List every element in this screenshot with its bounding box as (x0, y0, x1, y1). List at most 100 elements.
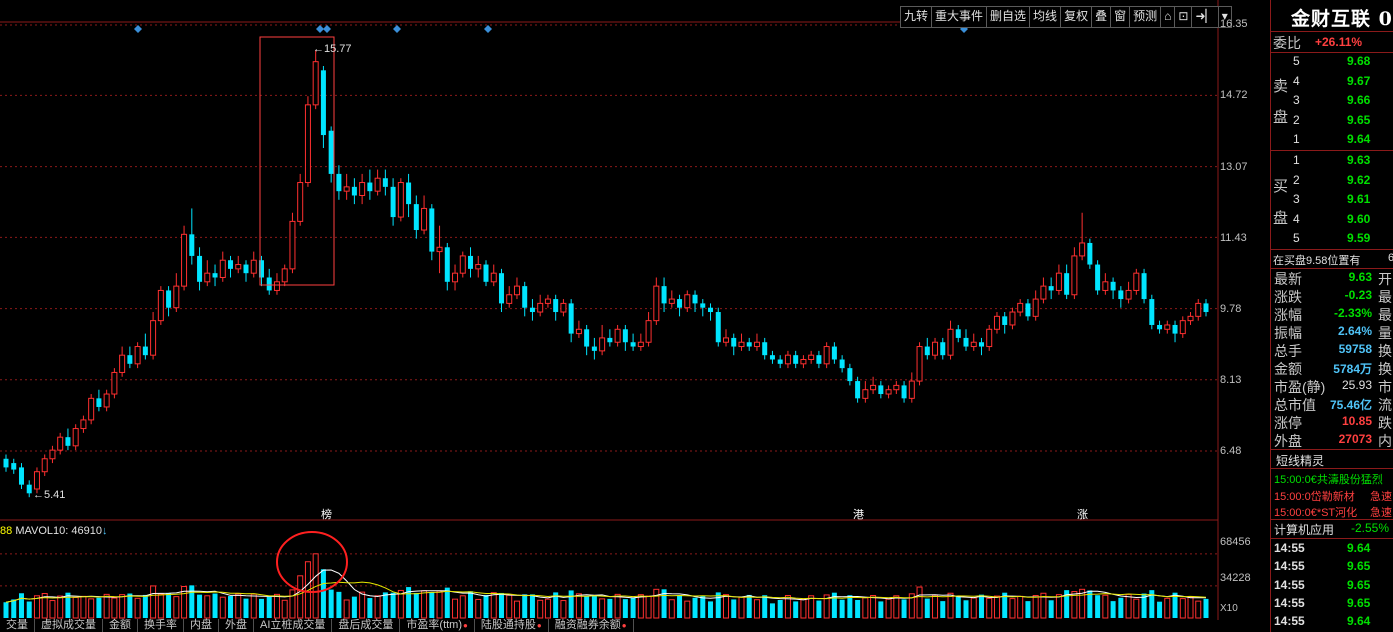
toolbar-button-5[interactable]: 叠 (1092, 7, 1112, 27)
indicator-tab-8[interactable]: 市盈率(ttm)● (400, 619, 475, 632)
candle-body-down (855, 381, 861, 399)
volume-bar-down (320, 569, 326, 618)
tick-price: 9.65 (1347, 577, 1371, 592)
candle-body-up (738, 341, 745, 348)
candle-body-up (103, 393, 110, 408)
toolbar-button-0[interactable]: 九转 (901, 7, 933, 27)
candle-body-up (157, 289, 164, 322)
buy-level-row[interactable]: 3 9.61 (1271, 190, 1393, 209)
volume-bar-up (668, 599, 675, 619)
indicator-tab-2[interactable]: 金额 (103, 619, 138, 632)
kline-chart[interactable]: 九转 重大事件 删自选 均线 复权叠窗预测 ⌂ ⊡ ➜▏ ▾ 16.35 14.72 13.07… (0, 0, 1270, 632)
candle-body-down (816, 355, 822, 364)
sell-level-row[interactable]: 4 9.67 (1271, 72, 1393, 91)
volume-bar-up (1187, 596, 1194, 619)
indicator-tab-4[interactable]: 内盘 (184, 619, 219, 632)
volume-bar-up (421, 590, 428, 619)
toolbar-button-7[interactable]: 预测 (1130, 7, 1162, 27)
volume-bar-down (3, 602, 9, 618)
indicator-tab-0[interactable]: 交量 (0, 619, 35, 632)
volume-bar-down (591, 595, 597, 618)
candle-body-up (870, 384, 877, 391)
volume-bar-down (18, 593, 24, 618)
candle-body-up (684, 294, 691, 309)
stat-tail: 跌 (1378, 415, 1392, 431)
buy-level-row[interactable]: 5 9.59 (1271, 229, 1393, 248)
volume-bar-down (978, 594, 984, 618)
toolbar-button-10[interactable]: ➜▏ (1192, 7, 1219, 27)
stat-value: 25.93 (1341, 378, 1372, 392)
candle-body-down (96, 398, 102, 407)
volume-bar-down (568, 590, 574, 618)
stat-value: -2.33% (1333, 306, 1372, 320)
volume-bar-down (127, 593, 133, 618)
indicator-tab-6[interactable]: AI立桩成交量 (254, 619, 333, 632)
level-number: 3 (1293, 93, 1300, 108)
volume-bar-up (49, 600, 56, 619)
toolbar-button-9[interactable]: ⊡ (1175, 7, 1193, 27)
indicator-tab-1[interactable]: 虚拟成交量 (35, 619, 103, 632)
candle-body-down (1141, 273, 1147, 300)
level-price: 9.67 (1347, 73, 1371, 88)
stat-value: 5784万 (1333, 362, 1372, 376)
volume-bar-down (1118, 597, 1124, 618)
event-label-gang[interactable]: 港 (853, 506, 864, 522)
toolbar-button-4[interactable]: 复权 (1061, 7, 1093, 27)
toolbar-button-1[interactable]: 重大事件 (932, 7, 988, 27)
toolbar-button-3[interactable]: 均线 (1030, 7, 1062, 27)
indicator-tab-5[interactable]: 外盘 (219, 619, 254, 632)
candle-body-down (978, 342, 984, 347)
volume-bar-down (11, 599, 17, 618)
volume-bar-down (901, 599, 907, 618)
buy-level-row[interactable]: 2 9.62 (1271, 171, 1393, 190)
sell-level-row[interactable]: 5 9.68 (1271, 52, 1393, 71)
candle-body-up (893, 384, 900, 391)
high-marker: ←15.77 (313, 43, 352, 55)
candle-body-down (328, 130, 334, 174)
candle-body-down (1087, 242, 1093, 265)
indicator-tab-label: 金额 (109, 619, 131, 631)
indicator-tab-label: 陆股通持股 (480, 619, 536, 631)
buy-level-row[interactable]: 4 9.60 (1271, 210, 1393, 229)
event-label-zhang[interactable]: 涨 (1077, 506, 1088, 522)
level-price: 9.62 (1347, 172, 1371, 187)
indicator-tab-3[interactable]: 换手率 (138, 619, 184, 632)
toolbar-button-8[interactable]: ⌂ (1161, 7, 1176, 27)
candle-body-down (955, 329, 961, 338)
candle-body-down (382, 178, 388, 187)
volume-bar-down (924, 598, 930, 618)
volume-bar-up (753, 599, 760, 619)
indicator-tab-9[interactable]: 陆股通持股● (475, 619, 549, 632)
stat-row: 外盘 27073 内 (1271, 431, 1393, 450)
volume-bar-up (1133, 598, 1140, 619)
event-label-bang[interactable]: 榜 (321, 506, 332, 522)
toolbar-button-2[interactable]: 删自选 (987, 7, 1031, 27)
candle-body-up (753, 341, 760, 348)
candle-body-up (343, 186, 350, 192)
volume-bar-up (1055, 594, 1062, 619)
buy-level-row[interactable]: 1 9.63 (1271, 151, 1393, 170)
volume-bar-down (847, 595, 853, 618)
sector-row[interactable]: 计算机应用 -2.55% (1271, 519, 1393, 538)
quote-panel: 金财互联 0 委比 +26.11% 5 9.68 4 9.67 3 9.66 2 9.65 1 9… (1270, 0, 1393, 632)
candle-body-up (1055, 272, 1062, 291)
sell-level-row[interactable]: 2 9.65 (1271, 111, 1393, 130)
price-tick-4: 9.78 (1220, 303, 1242, 315)
candle-body-down (483, 264, 489, 282)
toolbar-button-6[interactable]: 窗 (1111, 7, 1131, 27)
sell-side-label-1: 卖 (1273, 78, 1289, 95)
volume-bar-up (103, 593, 110, 619)
candle-body-up (72, 428, 79, 447)
stat-value: 59758 (1338, 342, 1372, 356)
volume-bar-up (33, 595, 40, 619)
indicator-tab-10[interactable]: 融资融券余额● (549, 619, 634, 632)
volume-bar-up (475, 598, 482, 619)
candle-body-up (645, 320, 652, 343)
sell-level-row[interactable]: 3 9.66 (1271, 91, 1393, 110)
sell-level-row[interactable]: 1 9.64 (1271, 130, 1393, 149)
candle-body-up (111, 371, 118, 395)
candle-body-down (793, 355, 799, 364)
indicator-tab-7[interactable]: 盘后成交量 (332, 619, 401, 632)
candle-body-up (513, 285, 520, 296)
tick-price: 9.64 (1347, 541, 1371, 555)
